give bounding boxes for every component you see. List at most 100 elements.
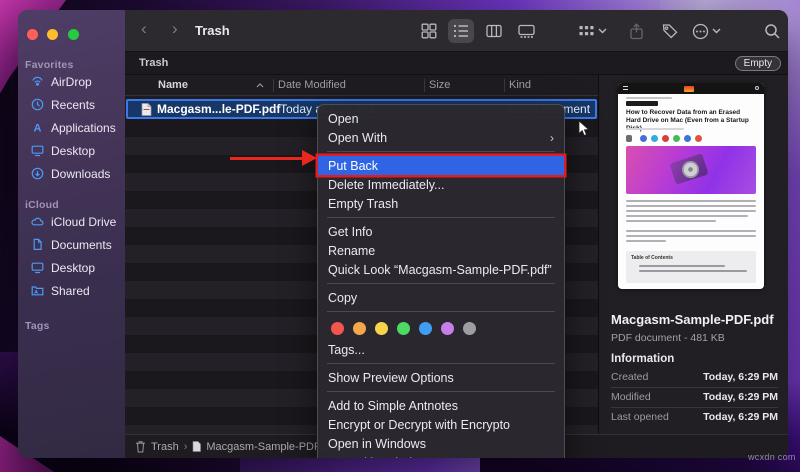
tag-icon <box>662 24 678 39</box>
icon-view-button[interactable] <box>416 19 442 43</box>
pdf-file-icon <box>193 441 202 452</box>
menu-item-empty-trash[interactable]: Empty Trash <box>318 194 564 213</box>
sidebar-item-desktop[interactable]: Desktop <box>18 139 125 162</box>
menu-item-open[interactable]: Open <box>318 109 564 128</box>
menu-item-quick-look[interactable]: Quick Look “Macgasm-Sample-PDF.pdf” <box>318 260 564 279</box>
column-divider <box>424 79 425 92</box>
path-item-trash[interactable]: Trash <box>151 441 179 453</box>
watermark: wcxdn com <box>748 452 796 462</box>
finder-window: Favorites AirDrop Recents A Applications… <box>18 10 788 458</box>
menu-separator <box>327 283 555 284</box>
forward-button[interactable]: › <box>172 19 178 39</box>
info-row-modified: Modified Today, 6:29 PM <box>611 388 778 407</box>
search-button[interactable] <box>759 19 785 43</box>
column-header-name[interactable]: Name <box>158 79 188 91</box>
sidebar-item-label: Shared <box>51 283 90 298</box>
downloads-icon <box>31 167 44 180</box>
hamburger-icon <box>623 86 628 90</box>
clock-icon <box>31 98 44 111</box>
back-button[interactable]: ‹ <box>141 19 147 39</box>
column-headers: Name Date Modified Size Kind <box>125 75 598 96</box>
empty-trash-button[interactable]: Empty <box>734 56 781 71</box>
document-icon <box>33 238 42 250</box>
sidebar-item-applications[interactable]: A Applications <box>18 116 125 139</box>
sidebar-item-icloud-drive[interactable]: iCloud Drive <box>18 210 125 233</box>
info-row-created: Created Today, 6:29 PM <box>611 368 778 387</box>
tag-yellow[interactable] <box>375 321 388 335</box>
preview-file-name: Macgasm-Sample-PDF.pdf <box>611 312 774 327</box>
tag-orange[interactable] <box>353 321 366 335</box>
info-label: Last opened <box>611 411 669 423</box>
menu-item-add-to-simple-antnotes[interactable]: Add to Simple Antnotes <box>318 396 564 415</box>
menu-item-encrypt-decrypt[interactable]: Encrypt or Decrypt with Encrypto <box>318 415 564 434</box>
group-by-chevron[interactable] <box>595 19 609 43</box>
menu-separator <box>327 151 555 152</box>
sidebar-item-shared[interactable]: Shared <box>18 279 125 302</box>
sidebar-item-recents[interactable]: Recents <box>18 93 125 116</box>
sidebar-section-tags: Tags <box>25 320 50 332</box>
sidebar-item-downloads[interactable]: Downloads <box>18 162 125 185</box>
submenu-chevron-icon: › <box>550 130 554 145</box>
icloud-icon <box>31 217 44 226</box>
column-header-date-modified[interactable]: Date Modified <box>278 79 346 91</box>
sidebar-item-label: AirDrop <box>51 74 92 89</box>
sidebar-item-documents[interactable]: Documents <box>18 233 125 256</box>
group-by-icon <box>579 26 593 36</box>
zoom-window-button[interactable] <box>67 29 79 40</box>
sidebar-item-label: Documents <box>51 237 112 252</box>
menu-tag-colors <box>318 316 564 340</box>
sidebar-item-label: Downloads <box>51 166 111 181</box>
tags-button[interactable] <box>657 19 683 43</box>
sort-ascending-icon <box>256 83 264 88</box>
gallery-view-button[interactable] <box>513 19 539 43</box>
menu-item-show-preview-options[interactable]: Show Preview Options <box>318 368 564 387</box>
info-value: Today, 6:29 PM <box>703 411 778 423</box>
tag-purple[interactable] <box>441 321 454 335</box>
breadcrumb-line <box>626 97 672 99</box>
more-actions-chevron[interactable] <box>709 19 723 43</box>
sidebar-item-desktop-icloud[interactable]: Desktop <box>18 256 125 279</box>
column-header-kind[interactable]: Kind <box>509 79 531 91</box>
list-view-button[interactable] <box>448 19 474 43</box>
shared-folder-icon <box>31 286 44 296</box>
info-label: Created <box>611 371 649 383</box>
menu-item-reveal-in-windows[interactable]: Reveal in Windows <box>318 453 564 459</box>
table-of-contents-box: Table of Contents <box>626 251 756 283</box>
menu-item-open-with[interactable]: Open With › <box>318 128 564 147</box>
info-label: Modified <box>611 391 651 403</box>
menu-item-get-info[interactable]: Get Info <box>318 222 564 241</box>
menu-item-delete-immediately[interactable]: Delete Immediately... <box>318 175 564 194</box>
site-logo <box>684 85 694 92</box>
menu-separator <box>327 217 555 218</box>
menu-item-open-in-windows[interactable]: Open in Windows <box>318 434 564 453</box>
menu-item-rename[interactable]: Rename <box>318 241 564 260</box>
menu-item-put-back[interactable]: Put Back <box>318 156 564 175</box>
menu-item-tags[interactable]: Tags... <box>318 340 564 359</box>
tag-red[interactable] <box>331 321 344 335</box>
menu-item-copy[interactable]: Copy <box>318 288 564 307</box>
gallery-view-icon <box>517 24 535 38</box>
desktop-icon <box>31 145 44 157</box>
tag-green[interactable] <box>397 321 410 335</box>
tag-gray[interactable] <box>463 321 476 335</box>
file-name: Macgasm...le-PDF.pdf <box>157 102 281 116</box>
sidebar-item-label: Recents <box>51 97 96 112</box>
column-view-button[interactable] <box>481 19 507 43</box>
pdf-thumbnail[interactable]: How to Recover Data from an Erased Hard … <box>618 83 764 289</box>
close-window-button[interactable] <box>27 29 38 40</box>
sidebar-item-airdrop[interactable]: AirDrop <box>18 70 125 93</box>
chevron-down-icon <box>598 28 606 34</box>
tag-blue[interactable] <box>419 321 432 335</box>
information-heading: Information <box>611 353 675 365</box>
toolbar: ‹ › Trash <box>125 10 788 52</box>
minimize-window-button[interactable] <box>47 29 59 40</box>
applications-icon: A <box>34 123 42 135</box>
search-icon <box>755 86 759 90</box>
column-header-size[interactable]: Size <box>429 79 450 91</box>
context-menu: Open Open With › Put Back Delete Immediat… <box>317 104 565 458</box>
category-chip <box>626 101 658 106</box>
sidebar-item-label: Desktop <box>51 143 96 158</box>
sidebar: Favorites AirDrop Recents A Applications… <box>18 10 125 458</box>
menu-separator <box>327 391 555 392</box>
toc-title: Table of Contents <box>631 255 673 261</box>
